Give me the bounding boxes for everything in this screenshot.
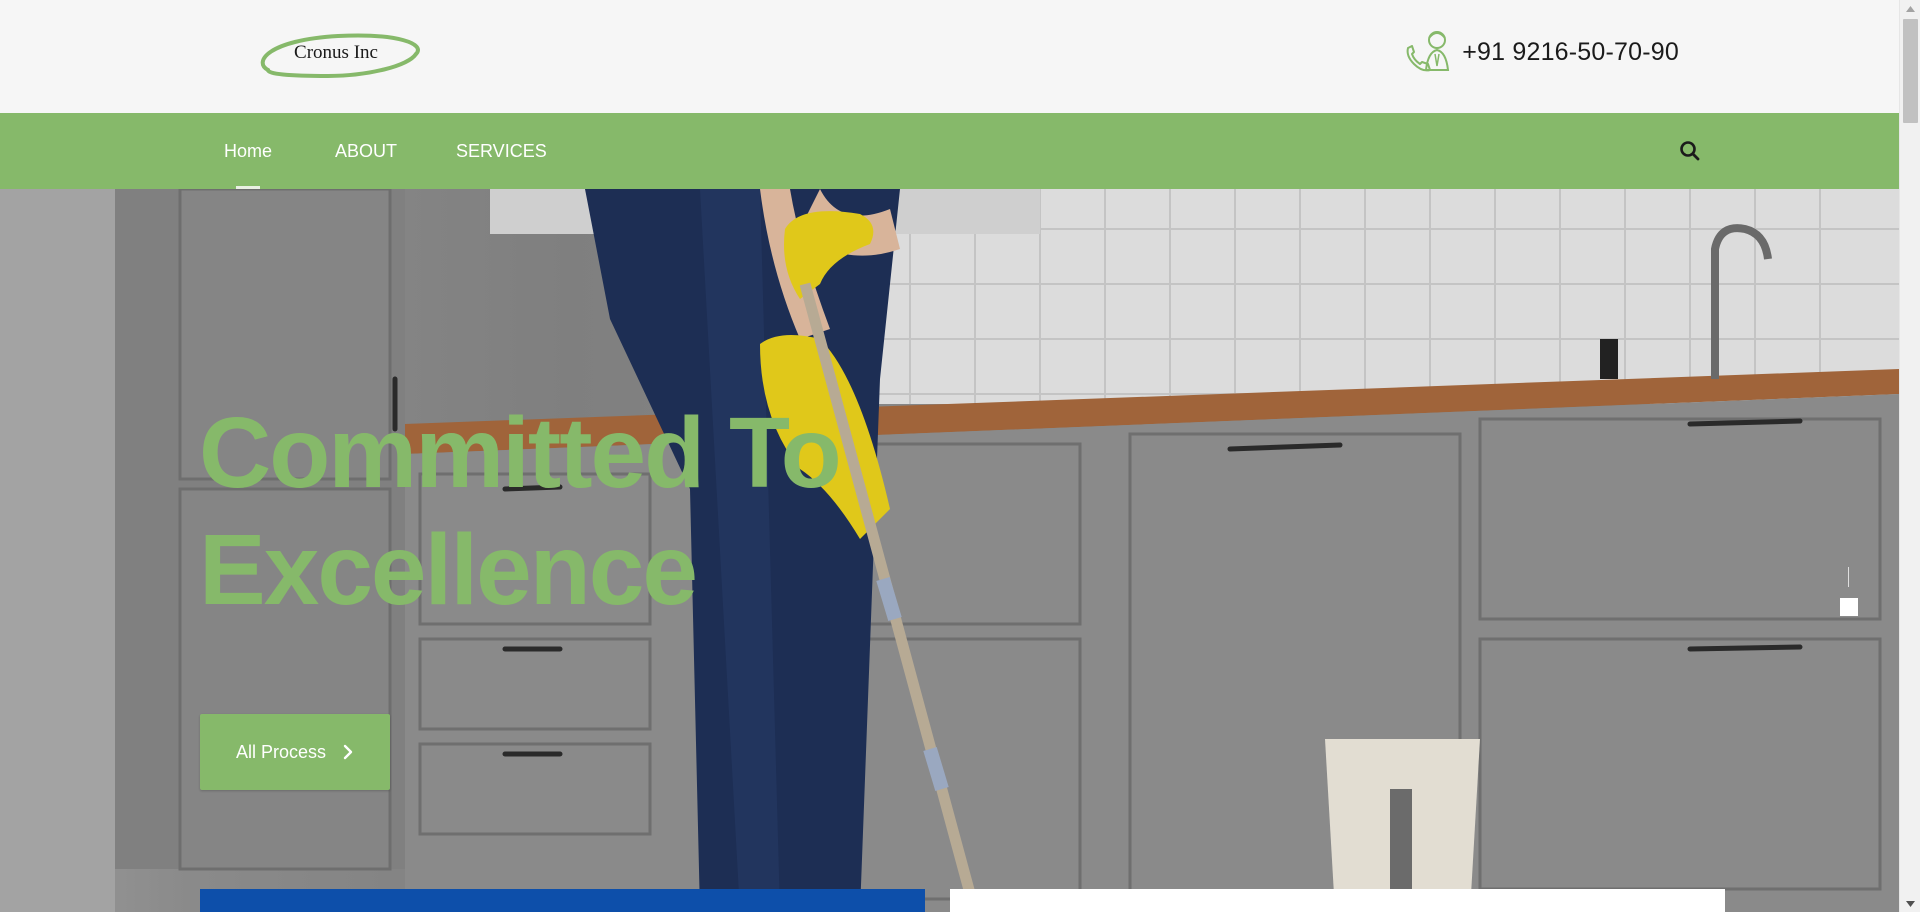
feature-card-white — [950, 889, 1725, 912]
page-scrollbar[interactable] — [1899, 0, 1920, 912]
logo[interactable]: Cronus Inc — [248, 30, 424, 80]
hero-title-line-2: Excellence — [199, 514, 698, 626]
nav-item-home[interactable]: Home — [224, 113, 272, 189]
all-process-label: All Process — [236, 741, 327, 762]
main-nav: Home ABOUT SERVICES — [0, 113, 1899, 189]
phone-support-icon — [1402, 26, 1454, 78]
hero-section: Committed To Excellence All Process — [0, 189, 1899, 912]
logo-text: Cronus Inc — [294, 42, 378, 63]
hero-title: Committed To Excellence — [199, 395, 842, 629]
slider-dot[interactable] — [1840, 598, 1858, 616]
all-process-button[interactable]: All Process — [200, 714, 390, 790]
scroll-down-arrow-icon[interactable] — [1900, 895, 1920, 912]
scroll-up-arrow-icon[interactable] — [1900, 0, 1920, 17]
hero-title-line-1: Committed To — [199, 397, 842, 509]
search-icon[interactable] — [1678, 139, 1702, 163]
nav-item-services[interactable]: SERVICES — [456, 113, 547, 189]
scroll-thumb[interactable] — [1903, 19, 1918, 123]
nav-item-about[interactable]: ABOUT — [335, 113, 397, 189]
feature-card-blue — [200, 889, 925, 912]
chevron-right-icon — [342, 744, 354, 760]
slider-indicator-line — [1848, 567, 1849, 587]
phone-contact[interactable]: +91 9216-50-70-90 — [1402, 26, 1679, 78]
phone-number: +91 9216-50-70-90 — [1462, 37, 1679, 66]
top-header: Cronus Inc +91 9216-50-70-90 — [0, 0, 1899, 113]
